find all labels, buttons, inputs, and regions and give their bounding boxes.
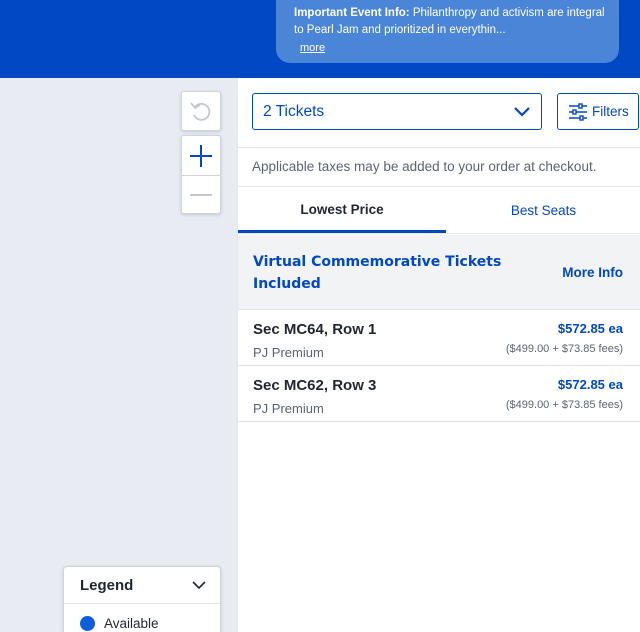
undo-icon — [190, 102, 211, 121]
ticket-quantity-select[interactable]: 2 Tickets — [252, 93, 542, 130]
zoom-in-button[interactable] — [182, 136, 220, 175]
divider — [238, 186, 640, 187]
filters-button[interactable]: Filters — [557, 93, 639, 130]
divider — [238, 147, 640, 148]
sliders-icon — [569, 102, 587, 121]
tab-best-seats[interactable]: Best Seats — [446, 188, 640, 233]
taxes-notice: Applicable taxes may be added to your or… — [252, 159, 597, 174]
ticket-section: Sec MC62, Row 3 — [253, 377, 377, 394]
zoom-out-button[interactable] — [182, 175, 220, 214]
ticket-price-breakdown: ($499.00 + $73.85 fees) — [505, 399, 623, 411]
legend-item-available: Available — [64, 604, 220, 631]
available-dot-icon — [80, 616, 95, 631]
divider — [238, 233, 640, 234]
reset-map-button[interactable] — [181, 91, 221, 131]
ticket-quantity-value: 2 Tickets — [263, 102, 325, 120]
event-info-banner: Important Event Info: Philanthropy and a… — [276, 0, 619, 63]
ticket-type: PJ Premium — [253, 401, 324, 416]
more-info-link[interactable]: More Info — [562, 265, 623, 280]
ticket-section: Sec MC64, Row 1 — [253, 321, 377, 338]
legend-title: Legend — [80, 576, 134, 594]
ticket-listing[interactable]: Sec MC62, Row 3 PJ Premium $572.85 ea ($… — [238, 367, 640, 422]
promo-title: Virtual Commemorative Tickets Included — [253, 254, 502, 292]
chevron-down-icon — [514, 106, 530, 117]
ticket-listing[interactable]: Sec MC64, Row 1 PJ Premium $572.85 ea ($… — [238, 311, 640, 366]
chevron-down-icon — [192, 581, 206, 590]
filters-label: Filters — [592, 104, 629, 119]
tab-lowest-price[interactable]: Lowest Price — [238, 188, 446, 233]
ticket-type: PJ Premium — [253, 345, 324, 360]
ticket-price: $572.85 ea — [557, 321, 623, 336]
minus-icon — [190, 194, 212, 196]
seat-map[interactable] — [0, 78, 237, 632]
zoom-controls — [181, 135, 221, 214]
ticket-price: $572.85 ea — [557, 377, 623, 392]
legend-item-label: Available — [104, 616, 159, 631]
legend-toggle[interactable]: Legend — [64, 567, 220, 604]
promo-banner: Virtual Commemorative Tickets Included M… — [238, 235, 640, 310]
banner-bold-text: Important Event Info: — [294, 7, 410, 19]
ticket-price-breakdown: ($499.00 + $73.85 fees) — [505, 343, 623, 355]
map-legend: Legend Available — [63, 566, 221, 632]
ticket-list-panel: 2 Tickets Filters Applicable taxes may b… — [237, 78, 640, 632]
header-bar: Important Event Info: Philanthropy and a… — [0, 0, 640, 78]
banner-more-link[interactable]: more — [300, 40, 325, 57]
plus-icon — [190, 144, 212, 167]
